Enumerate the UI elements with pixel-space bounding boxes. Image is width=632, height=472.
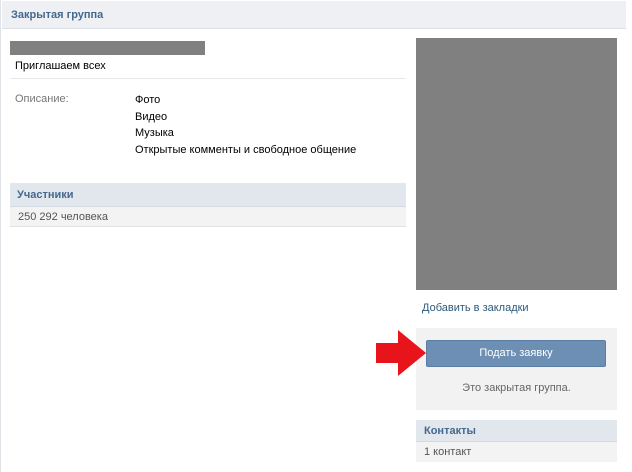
- add-bookmark-link[interactable]: Добавить в закладки: [422, 302, 529, 314]
- description-item: Музыка: [135, 127, 174, 139]
- group-page: Закрытая группа Приглашаем всех Описание…: [0, 0, 632, 472]
- description-item: Открытые комменты и свободное общение: [135, 143, 357, 156]
- description-item: Видео: [135, 110, 168, 123]
- contacts-title[interactable]: Контакты: [424, 425, 476, 437]
- members-header[interactable]: Участники: [10, 183, 406, 207]
- group-status: Приглашаем всех: [15, 60, 106, 72]
- page-header: Закрытая группа: [2, 1, 626, 29]
- submit-request-button[interactable]: Подать заявку: [426, 340, 606, 367]
- join-panel: Подать заявку Это закрытая группа.: [416, 328, 617, 410]
- divider: [10, 78, 406, 79]
- description-label: Описание:: [15, 93, 69, 105]
- closed-group-note: Это закрытая группа.: [462, 382, 571, 394]
- group-avatar-redacted: [416, 38, 617, 290]
- red-arrow-icon: [376, 330, 426, 376]
- contacts-summary: 1 контакт: [416, 442, 617, 462]
- group-name-redacted: [10, 41, 205, 55]
- description-item: Фото: [135, 94, 161, 106]
- page-title: Закрытая группа: [11, 9, 104, 21]
- contacts-header[interactable]: Контакты: [416, 420, 617, 442]
- members-count: 250 292 человека: [18, 211, 108, 223]
- description-list: Фото Видео Музыка Открытые комменты и св…: [135, 92, 356, 158]
- contacts-count: 1 контакт: [424, 446, 472, 458]
- members-title[interactable]: Участники: [17, 189, 74, 201]
- members-summary: 250 292 человека: [10, 207, 406, 227]
